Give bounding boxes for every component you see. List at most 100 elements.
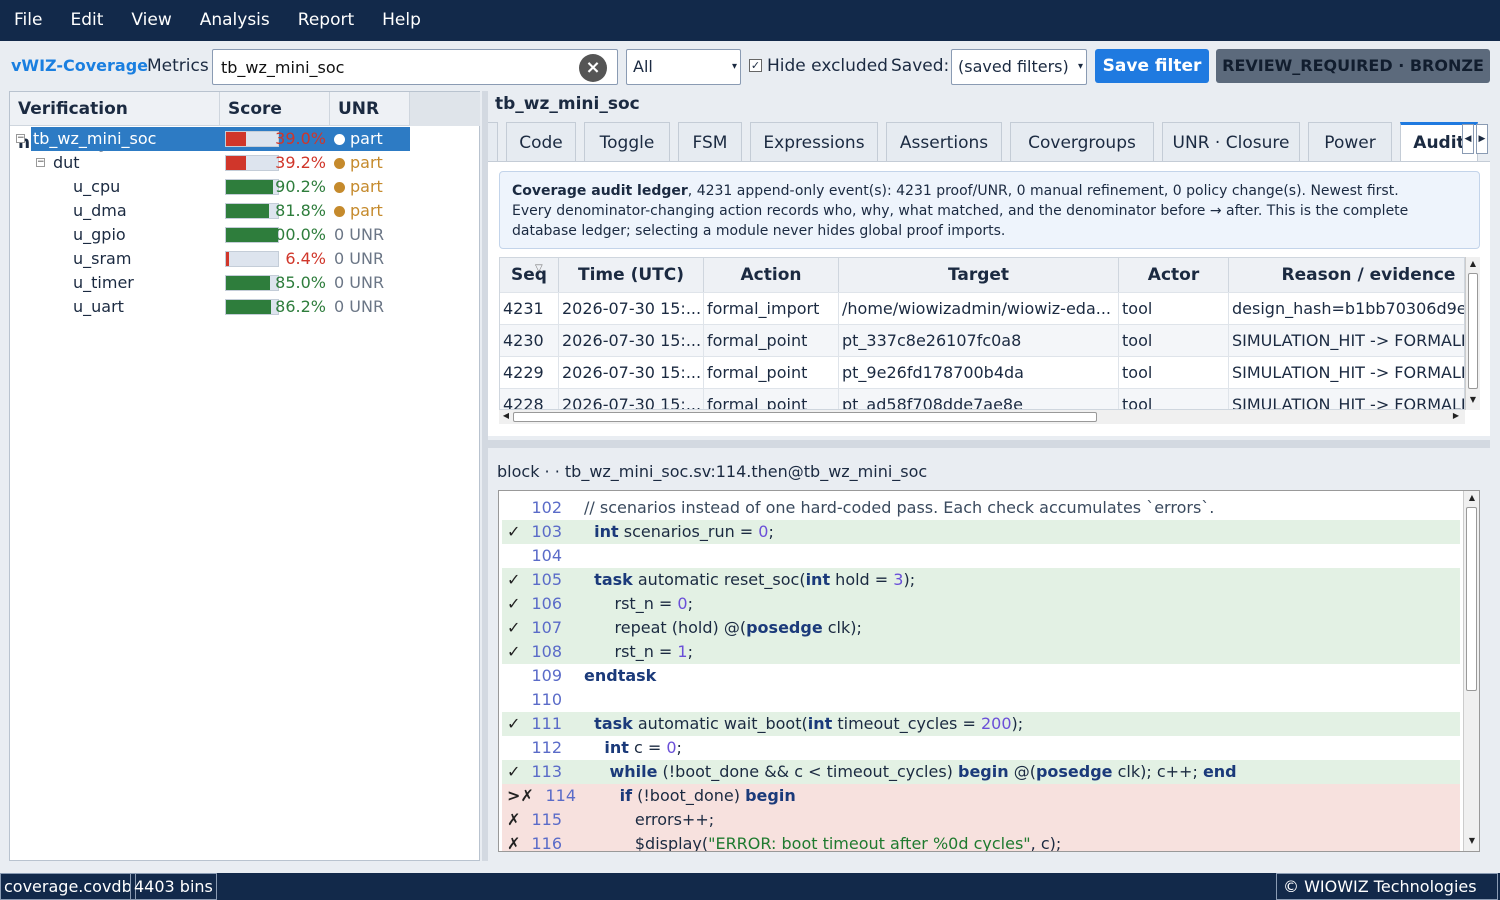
scroll-thumb[interactable] — [513, 412, 1097, 422]
menu-edit[interactable]: Edit — [56, 0, 117, 41]
scroll-left-icon[interactable]: ◀ — [500, 411, 512, 420]
collapse-icon[interactable]: − — [16, 134, 25, 143]
tab-scroll-right-icon[interactable]: ▶ — [1476, 124, 1488, 154]
tab-power[interactable]: Power — [1308, 122, 1392, 161]
code-line[interactable]: 104 — [502, 544, 1460, 568]
column-header-target[interactable]: Target — [839, 258, 1119, 292]
tab-toggle[interactable]: Toggle — [584, 122, 670, 161]
search-input[interactable] — [221, 58, 571, 77]
metric-tabs: rdCodeToggleFSMExpressionsAssertionsCove… — [488, 122, 1490, 161]
code-line[interactable]: ✓ 107 repeat (hold) @(posedge clk); — [502, 616, 1460, 640]
menu-analysis[interactable]: Analysis — [186, 0, 284, 41]
table-row[interactable]: 4231 2026-07-30 15:... formal_import/home/… — [500, 292, 1464, 324]
tree-row[interactable]: u_timer 85.0% 0 UNR — [10, 271, 410, 295]
code-line[interactable]: ✗ 115 errors++; — [502, 808, 1460, 832]
code-line[interactable]: >✗ 114 if (!boot_done) begin — [502, 784, 1460, 808]
search-field[interactable]: × — [212, 49, 618, 85]
score-percent: 39.0% — [275, 129, 326, 148]
code-line[interactable]: ✓ 111 task automatic wait_boot(int timeou… — [502, 712, 1460, 736]
tree-row[interactable]: u_sram 6.4% 0 UNR — [10, 247, 410, 271]
tree-row[interactable]: u_gpio 00.0% 0 UNR — [10, 223, 410, 247]
code-line[interactable]: ✗ 116 $display("ERROR: boot timeout after… — [502, 832, 1460, 851]
audit-detail-text: Every denominator-changing action record… — [512, 203, 1409, 239]
column-header-time-utc[interactable]: Time (UTC) — [559, 258, 704, 292]
code-text: repeat (hold) @(posedge clk); — [584, 618, 862, 637]
menu-help[interactable]: Help — [368, 0, 435, 41]
menu-report[interactable]: Report — [284, 0, 368, 41]
column-header-score[interactable]: Score — [220, 92, 330, 125]
save-filter-button[interactable]: Save filter — [1095, 49, 1209, 83]
menu-file[interactable]: File — [0, 0, 56, 41]
code-vscroll[interactable]: ▲ ▼ — [1463, 491, 1479, 851]
tree-row[interactable]: u_cpu 90.2% part — [10, 175, 410, 199]
code-line[interactable]: 109 endtask — [502, 664, 1460, 688]
column-header-hierarchy[interactable]: Verification hierarchy — [10, 92, 220, 153]
column-header-unr[interactable]: UNR — [330, 92, 410, 125]
saved-filters-select[interactable]: (saved filters) ▾ — [951, 49, 1087, 85]
tree-row[interactable]: − tb_wz_mini_soc 39.0% part — [10, 127, 410, 151]
hide-excluded-label[interactable]: Hide excluded — [767, 56, 888, 76]
tab-fsm[interactable]: FSM — [678, 122, 742, 161]
table-cell: SIMULATION_HIT -> FORMALL — [1229, 389, 1464, 409]
collapse-icon[interactable]: − — [36, 158, 45, 167]
audit-table: Seq Time (UTC) Action Target Actor Reason / e… — [499, 257, 1465, 410]
table-row[interactable]: 4229 2026-07-30 15:... formal_point pt_9e26… — [500, 356, 1464, 388]
audit-table-vscroll[interactable]: ▲ ▼ — [1465, 257, 1480, 410]
table-cell: 4229 — [500, 357, 559, 388]
line-number: 104 — [531, 546, 562, 565]
sort-descending-icon: ▽ — [535, 263, 543, 274]
scroll-right-icon[interactable]: ▶ — [1450, 411, 1462, 420]
code-line[interactable]: ✓ 106 rst_n = 0; — [502, 592, 1460, 616]
table-cell: design_hash=b1bb70306d9ee — [1229, 293, 1464, 324]
code-line[interactable]: ✓ 108 rst_n = 1; — [502, 640, 1460, 664]
horizontal-splitter[interactable] — [488, 440, 1490, 448]
tab-expressions[interactable]: Expressions — [750, 122, 878, 161]
tree-row[interactable]: − dut 39.2% part — [10, 151, 410, 175]
tree-node-name: u_gpio — [73, 225, 126, 244]
saved-label: Saved: — [891, 56, 950, 76]
tab-unr-closure[interactable]: UNR · Closure — [1162, 122, 1300, 161]
audit-table-header: Seq Time (UTC) Action Target Actor Reason / e… — [500, 258, 1464, 292]
scroll-down-icon[interactable]: ▼ — [1466, 836, 1478, 845]
hierarchy-header: Verification hierarchy Score UNR — [10, 92, 410, 153]
code-line[interactable]: 102 // scenarios instead of one hard-code… — [502, 496, 1460, 520]
table-row[interactable]: 4230 2026-07-30 15:... formal_point pt_337c… — [500, 324, 1464, 356]
scroll-down-icon[interactable]: ▼ — [1467, 395, 1479, 404]
unr-label: 0 UNR — [334, 225, 385, 244]
audit-table-hscroll[interactable]: ◀ ▶ — [499, 410, 1465, 424]
code-line[interactable]: 112 int c = 0; — [502, 736, 1460, 760]
scroll-thumb[interactable] — [1468, 273, 1478, 389]
code-line[interactable]: ✓ 113 while (!boot_done && c < timeout_cy… — [502, 760, 1460, 784]
hide-excluded-checkbox[interactable]: ✓ — [749, 59, 762, 72]
code-line[interactable]: 110 — [502, 688, 1460, 712]
scope-select[interactable]: All ▾ — [626, 49, 741, 85]
column-header-reason-evidence[interactable]: Reason / evidence — [1229, 258, 1464, 292]
clear-search-icon[interactable]: × — [579, 54, 607, 82]
column-header-seq[interactable]: Seq — [500, 258, 559, 292]
tab-code[interactable]: Code — [506, 122, 576, 161]
scroll-thumb[interactable] — [1466, 507, 1477, 691]
line-number: 112 — [531, 738, 562, 757]
table-row[interactable]: 4228 2026-07-30 15:... formal_point pt_ad58… — [500, 388, 1464, 409]
menu-view[interactable]: View — [117, 0, 185, 41]
scroll-up-icon[interactable]: ▲ — [1466, 493, 1478, 502]
score-percent: 90.2% — [275, 177, 326, 196]
tab-assertions[interactable]: Assertions — [886, 122, 1002, 161]
code-line[interactable]: ✓ 105 task automatic reset_soc(int hold =… — [502, 568, 1460, 592]
column-header-actor[interactable]: Actor — [1119, 258, 1229, 292]
uncovered-cross-icon: >✗ — [507, 786, 534, 805]
source-code-view[interactable]: 102 // scenarios instead of one hard-code… — [498, 490, 1480, 852]
status-dot-icon — [334, 158, 345, 169]
unr-status: part — [334, 151, 383, 175]
tab-covergroups[interactable]: Covergroups — [1010, 122, 1154, 161]
scroll-up-icon[interactable]: ▲ — [1467, 259, 1479, 268]
tab-rd[interactable]: rd — [488, 122, 498, 161]
tree-row[interactable]: u_uart 86.2% 0 UNR — [10, 295, 410, 319]
column-header-action[interactable]: Action — [704, 258, 839, 292]
code-line[interactable]: ✓ 103 int scenarios_run = 0; — [502, 520, 1460, 544]
status-dot-icon — [334, 134, 345, 145]
tree-row[interactable]: u_dma 81.8% part — [10, 199, 410, 223]
tab-scroll-left-icon[interactable]: ◀ — [1462, 124, 1474, 154]
code-text: while (!boot_done && c < timeout_cycles)… — [609, 762, 1237, 781]
score-bar-fill — [226, 204, 269, 218]
